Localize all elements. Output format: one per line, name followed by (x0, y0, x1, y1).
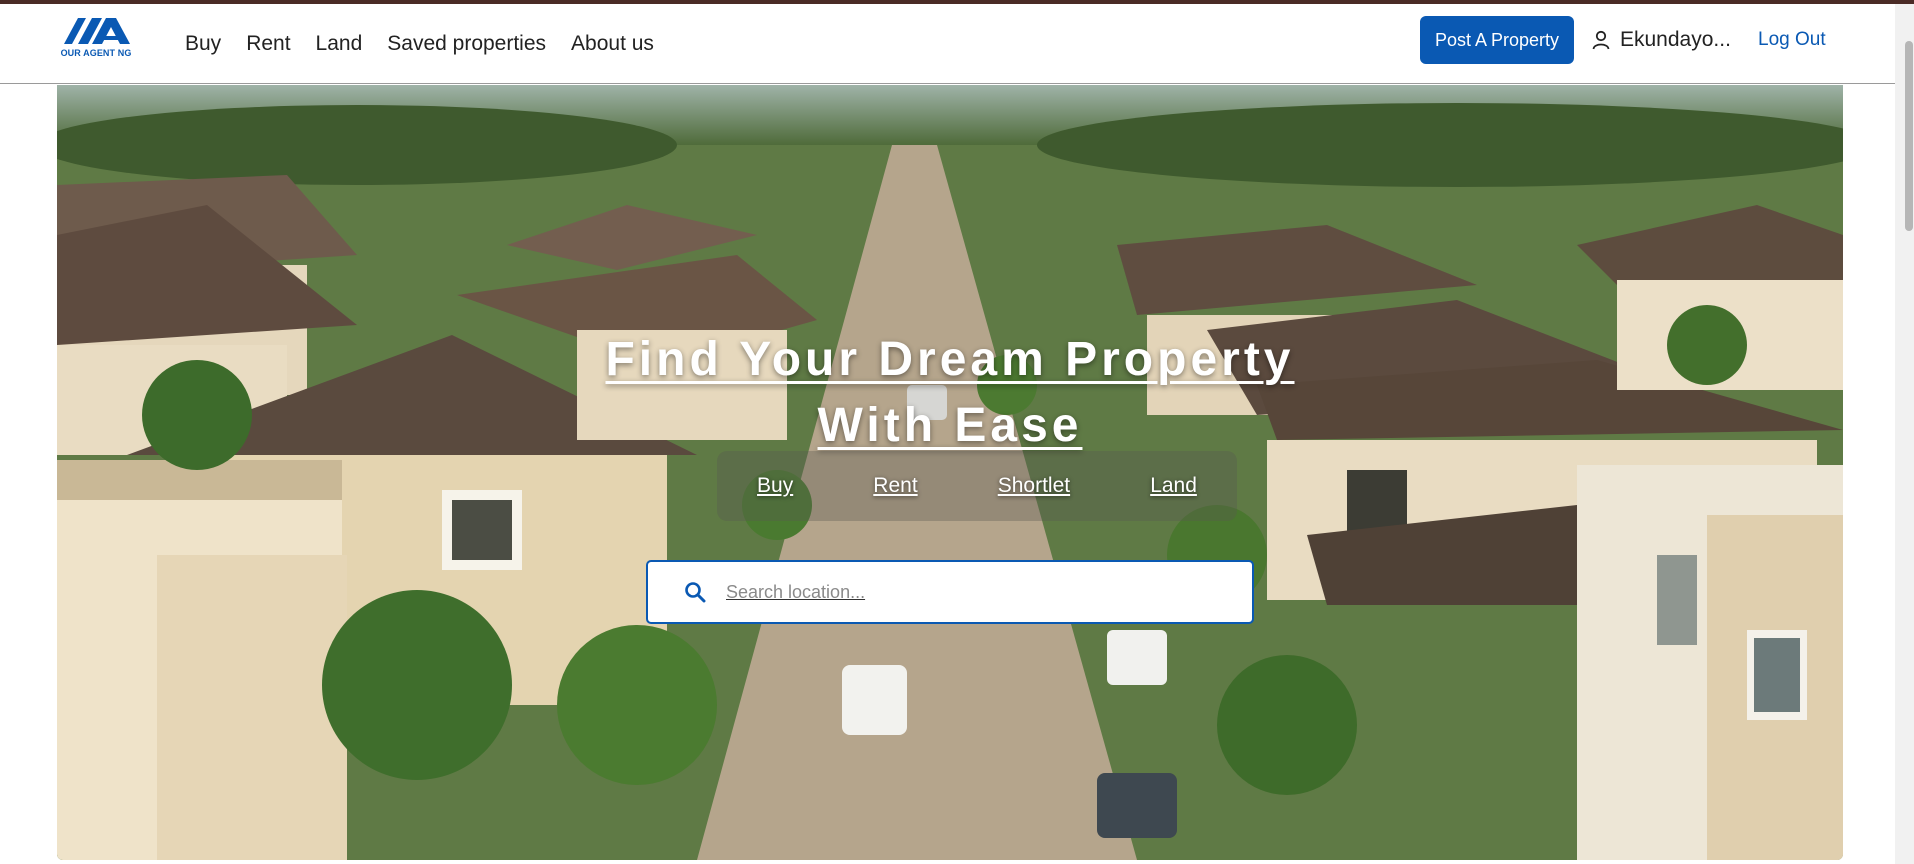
hero-tab-shortlet[interactable]: Shortlet (998, 474, 1070, 498)
nav-rent[interactable]: Rent (246, 32, 290, 56)
brand-logo[interactable]: OUR AGENT NG (56, 14, 136, 64)
logo-text: OUR AGENT NG (60, 48, 132, 58)
nav-land[interactable]: Land (316, 32, 363, 56)
hero-tab-land[interactable]: Land (1150, 474, 1197, 498)
hero-category-tabs: Buy Rent Shortlet Land (717, 451, 1237, 521)
nav-about-us[interactable]: About us (571, 32, 654, 56)
nav-saved-properties[interactable]: Saved properties (387, 32, 546, 56)
hero-title-line-1: Find Your Dream Property (605, 333, 1295, 387)
post-property-button[interactable]: Post A Property (1420, 16, 1574, 64)
site-header: OUR AGENT NG Buy Rent Land Saved propert… (0, 4, 1895, 84)
logout-link[interactable]: Log Out (1758, 16, 1826, 64)
user-icon (1592, 30, 1610, 50)
page-scrollbar[interactable] (1895, 4, 1914, 864)
scrollbar-thumb[interactable] (1905, 41, 1913, 231)
hero-tab-buy[interactable]: Buy (757, 474, 793, 498)
search-location-input[interactable] (724, 580, 1208, 604)
search-icon (685, 582, 706, 603)
hero-banner: Find Your Dream Property With Ease Buy R… (57, 85, 1843, 860)
hero-tab-rent[interactable]: Rent (873, 474, 917, 498)
user-name: Ekundayo... (1620, 28, 1731, 51)
main-nav: Buy Rent Land Saved properties About us (185, 4, 679, 84)
nav-buy[interactable]: Buy (185, 32, 221, 56)
hero-title: Find Your Dream Property With Ease (57, 327, 1843, 459)
user-menu[interactable]: Ekundayo... (1592, 16, 1731, 64)
location-search-box[interactable] (646, 560, 1254, 624)
logo-mark-icon (64, 18, 130, 44)
hero-title-line-2: With Ease (817, 399, 1083, 453)
